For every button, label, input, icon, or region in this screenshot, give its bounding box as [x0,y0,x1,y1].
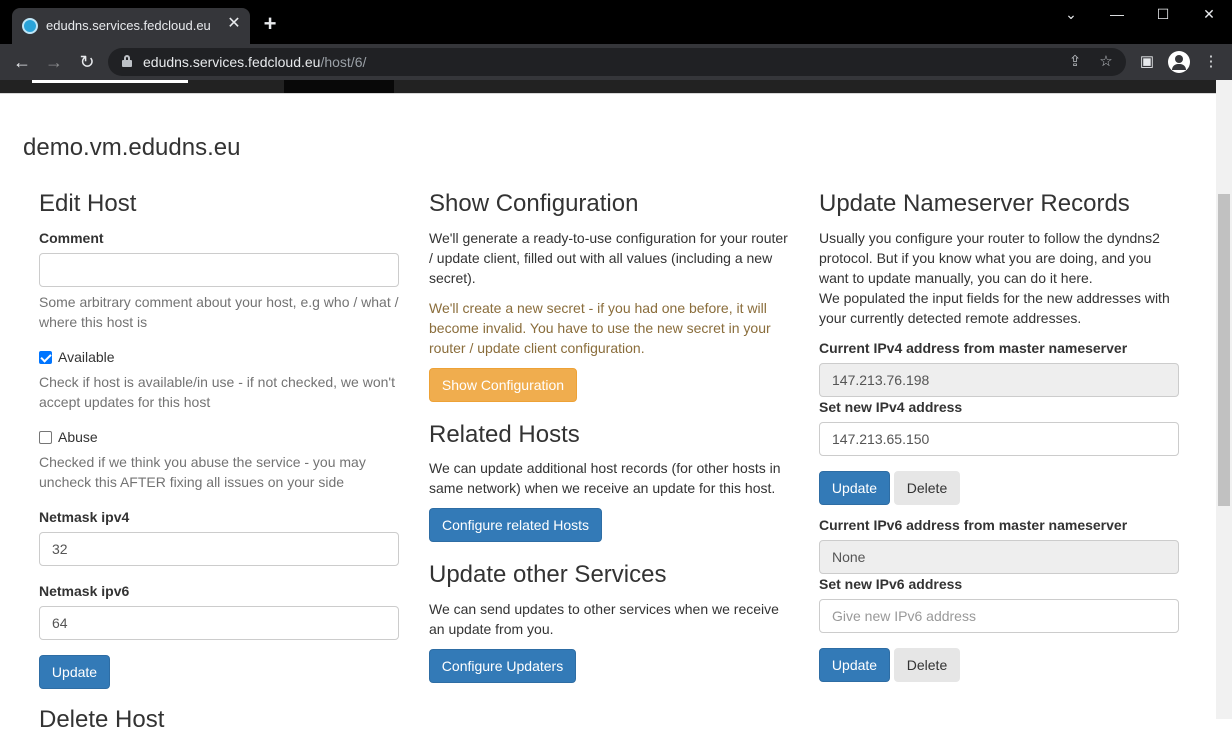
abuse-label: Abuse [58,429,98,445]
share-icon[interactable]: ⇪ [1065,52,1085,72]
site-navbar [0,80,1216,94]
tab-search-icon[interactable]: ⌄ [1056,6,1086,26]
browser-toolbar: ← → ↻ edudns.services.fedcloud.eu/host/6… [0,44,1232,80]
comment-label: Comment [39,230,104,246]
browser-tab[interactable]: edudns.services.fedcloud.eu ✕ [12,8,250,44]
show-configuration-button[interactable]: Show Configuration [429,368,577,402]
navbar-brand[interactable] [32,80,188,83]
profile-avatar-icon[interactable] [1168,51,1190,73]
side-panel-icon[interactable]: ▣ [1136,51,1158,73]
page-title: demo.vm.edudns.eu [23,134,241,161]
show-configuration-heading: Show Configuration [429,190,639,217]
page-scrollbar[interactable] [1216,80,1232,719]
available-help: Check if host is available/in use - if n… [39,374,395,410]
close-window-icon[interactable]: ✕ [1194,6,1224,26]
configure-updaters-button[interactable]: Configure Updaters [429,649,576,683]
delete-ipv4-button[interactable]: Delete [894,471,960,505]
back-arrow-icon[interactable]: ← [10,50,34,74]
new-ipv4-input[interactable]: 147.213.65.150 [819,422,1179,456]
related-hosts-text: We can update additional host records (f… [429,460,781,496]
update-other-services-heading: Update other Services [429,561,667,588]
netmask-ipv6-input[interactable]: 64 [39,606,399,640]
update-nameserver-heading: Update Nameserver Records [819,190,1130,217]
reload-icon[interactable]: ↻ [75,50,99,74]
edit-host-update-button[interactable]: Update [39,655,110,689]
new-ipv6-label: Set new IPv6 address [819,576,963,592]
abuse-checkbox[interactable] [39,431,52,444]
nameserver-intro-text: Usually you configure your router to fol… [819,230,1160,286]
secret-warning-text: We'll create a new secret - if you had o… [429,300,771,356]
address-bar[interactable]: edudns.services.fedcloud.eu/host/6/ ⇪ ☆ [108,48,1126,76]
current-ipv6-label: Current IPv6 address from master nameser… [819,517,1128,533]
available-checkbox[interactable] [39,351,52,364]
scrollbar-thumb[interactable] [1218,194,1230,506]
current-ipv4-field: 147.213.76.198 [819,363,1179,397]
current-ipv4-label: Current IPv4 address from master nameser… [819,340,1128,356]
new-ipv4-label: Set new IPv4 address [819,399,963,415]
nameserver-populated-text: We populated the input fields for the ne… [819,290,1170,326]
new-ipv6-input[interactable]: Give new IPv6 address [819,599,1179,633]
navbar-active-item[interactable] [284,80,394,93]
tab-title: edudns.services.fedcloud.eu [46,18,211,33]
edit-host-heading: Edit Host [39,190,137,217]
comment-help: Some arbitrary comment about your host, … [39,294,399,330]
update-ipv4-button[interactable]: Update [819,471,890,505]
comment-input[interactable] [39,253,399,287]
current-ipv6-field: None [819,540,1179,574]
new-tab-icon[interactable]: + [260,13,280,35]
delete-ipv6-button[interactable]: Delete [894,648,960,682]
netmask-ipv6-label: Netmask ipv6 [39,583,130,599]
browser-titlebar: edudns.services.fedcloud.eu ✕ + ⌄ — ☐ ✕ [0,0,1232,44]
delete-host-heading: Delete Host [39,706,165,733]
forward-arrow-icon[interactable]: → [42,50,66,74]
related-hosts-heading: Related Hosts [429,421,580,448]
netmask-ipv4-input[interactable]: 32 [39,532,399,566]
available-label: Available [58,349,115,365]
configure-related-hosts-button[interactable]: Configure related Hosts [429,508,602,542]
maximize-icon[interactable]: ☐ [1148,6,1178,26]
bookmark-star-icon[interactable]: ☆ [1096,52,1116,72]
url-text: edudns.services.fedcloud.eu/host/6/ [143,54,367,70]
menu-kebab-icon[interactable]: ⋮ [1200,51,1222,73]
update-other-services-text: We can send updates to other services wh… [429,601,779,637]
abuse-help: Checked if we think you abuse the servic… [39,454,366,490]
update-ipv6-button[interactable]: Update [819,648,890,682]
show-configuration-text: We'll generate a ready-to-use configurat… [429,230,788,286]
site-favicon-icon [22,18,38,34]
close-tab-icon[interactable]: ✕ [226,16,242,32]
netmask-ipv4-label: Netmask ipv4 [39,509,130,525]
lock-icon [122,55,132,67]
minimize-icon[interactable]: — [1102,6,1132,26]
